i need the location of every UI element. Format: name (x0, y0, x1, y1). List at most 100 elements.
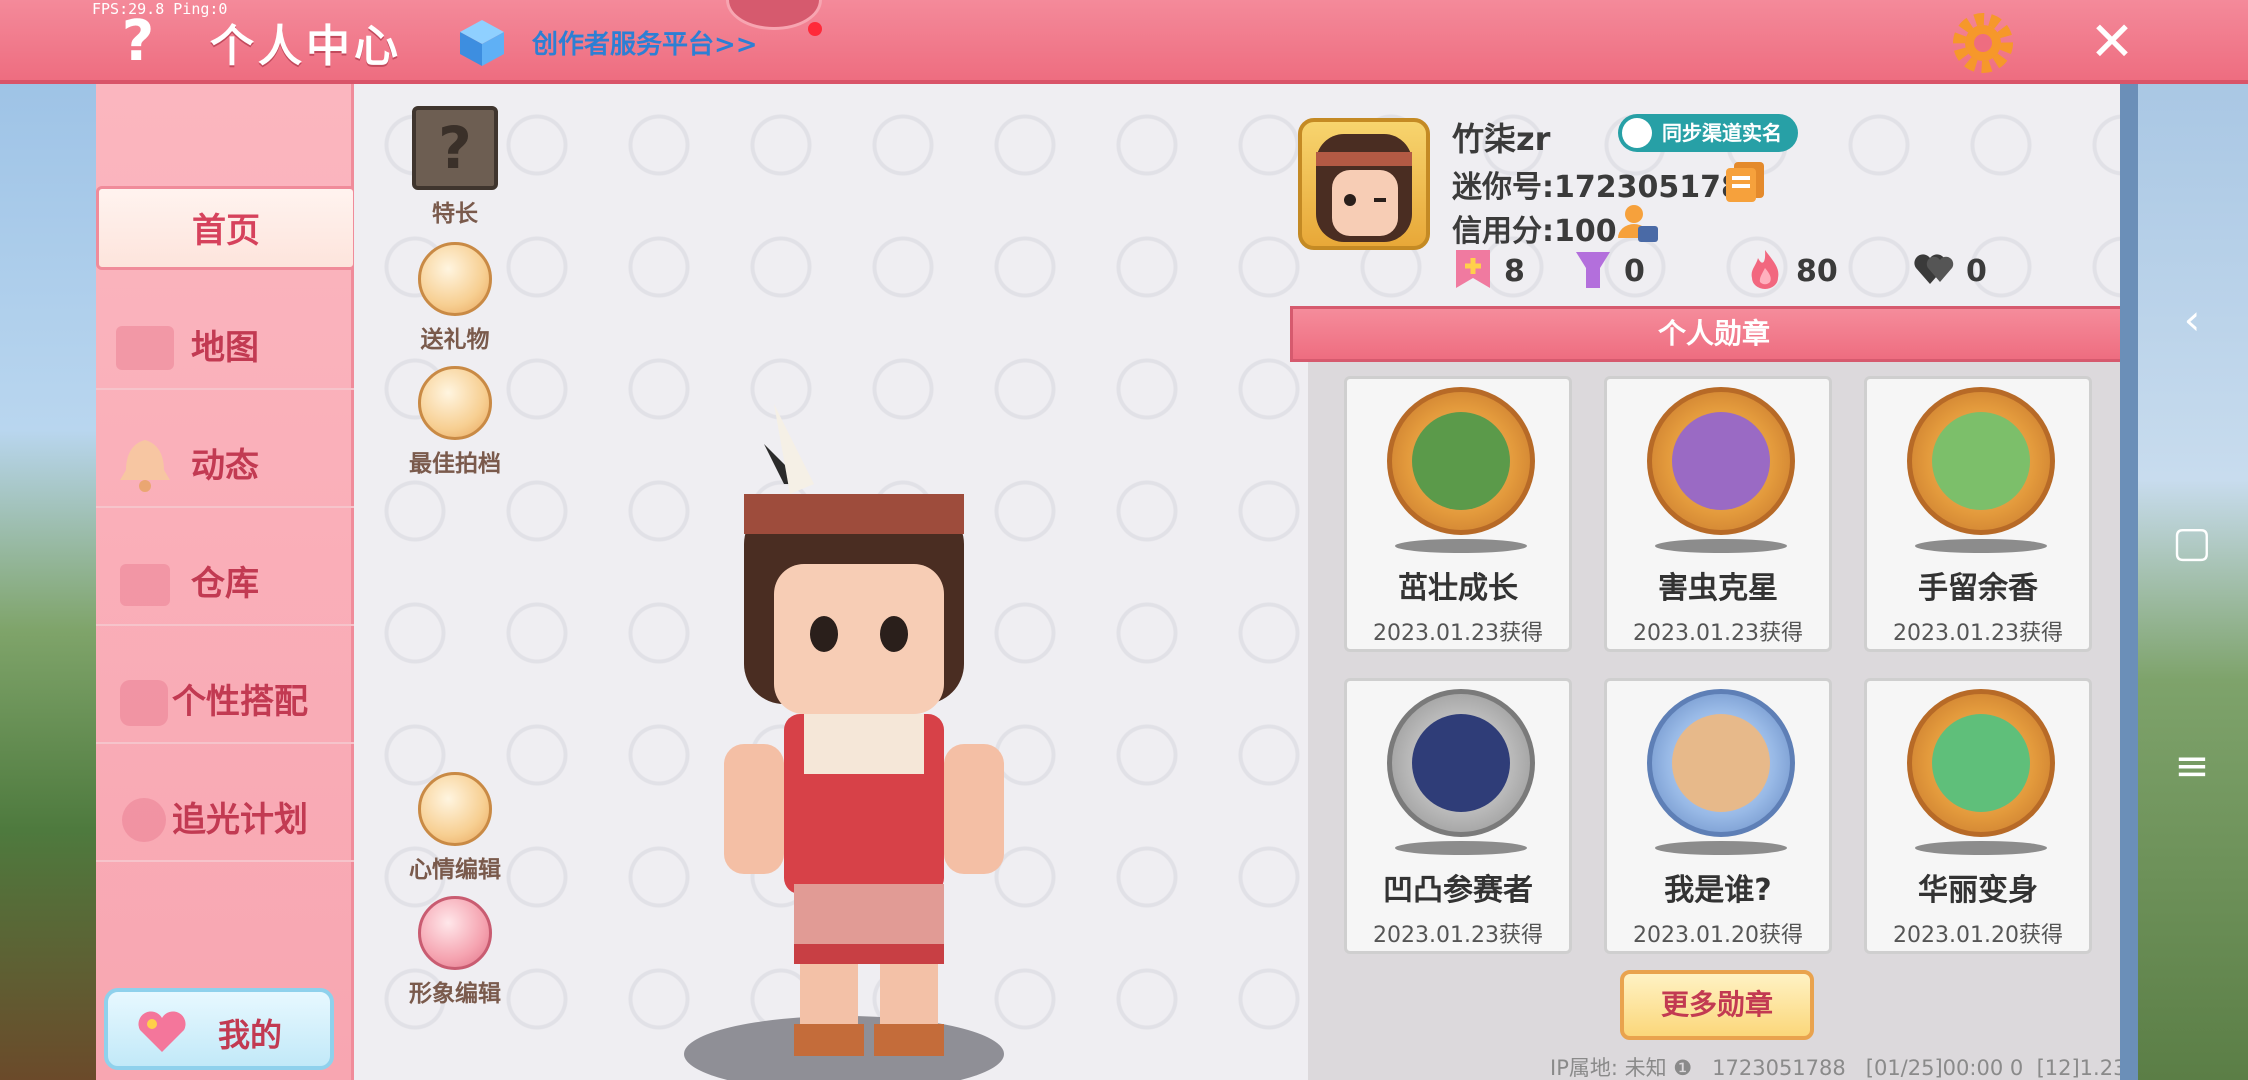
home-square-icon[interactable]: ▢ (2166, 516, 2218, 568)
question-box-icon: ? (412, 106, 498, 190)
gift-icon (418, 242, 492, 316)
medal-name: 茁壮成长 (1398, 571, 1518, 606)
gift-button[interactable]: 送礼物 (400, 242, 510, 354)
bell-icon (120, 440, 170, 492)
stat-likes-value: 0 (1966, 254, 1987, 289)
medal-card[interactable]: 我是谁? 2023.01.20获得 (1604, 678, 1832, 954)
light-icon (122, 798, 166, 842)
medal-icon (1387, 387, 1535, 535)
sidebar-item-label: 仓库 (191, 564, 259, 604)
me-button[interactable]: 我的 (104, 988, 334, 1070)
user-credit-icon[interactable] (1616, 202, 1660, 246)
bookmark-plus-icon (1456, 250, 1490, 288)
medal-date: 2023.01.20获得 (1893, 923, 2063, 948)
medal-date: 2023.01.20获得 (1633, 923, 1803, 948)
medal-date: 2023.01.23获得 (1893, 621, 2063, 646)
medal-card[interactable]: 凹凸参赛者 2023.01.23获得 (1344, 678, 1572, 954)
medals-header: 个人勋章 (1290, 306, 2120, 362)
avatar[interactable] (1298, 118, 1430, 250)
medal-date: 2023.01.23获得 (1373, 621, 1543, 646)
verify-label: 同步渠道实名 (1662, 121, 1782, 145)
back-arrow-icon[interactable]: ‹ (2166, 294, 2218, 346)
medal-name: 华丽变身 (1918, 873, 2038, 908)
sidebar-item-label: 动态 (191, 446, 259, 486)
page-title: 个人中心 (210, 21, 402, 72)
medal-icon (1647, 387, 1795, 535)
box-icon (120, 564, 170, 606)
medal-name: 手留余香 (1918, 571, 2038, 606)
image-edit-button[interactable]: 形象编辑 (400, 896, 510, 1008)
best-partner-button[interactable]: 最佳拍档 (400, 366, 510, 478)
medal-card[interactable]: 害虫克星 2023.01.23获得 (1604, 376, 1832, 652)
footer-info: IP属地: 未知 ❶ 1723051788 [01/25]00:00 0 [12… (1550, 1056, 2120, 1080)
specialty-label: 特长 (432, 201, 478, 227)
handshake-icon (418, 366, 492, 440)
specialty-button[interactable]: ? 特长 (400, 106, 510, 228)
user-verify-icon (1622, 118, 1652, 148)
verify-badge[interactable]: 同步渠道实名 (1618, 114, 1798, 152)
sidebar: 首页 地图 动态 仓库 个性搭配 追光计划 (96, 84, 356, 1080)
edit-icon (418, 772, 492, 846)
fan-cheer-icon (1576, 252, 1610, 288)
outfit-edit-icon (418, 896, 492, 970)
medal-date: 2023.01.23获得 (1633, 621, 1803, 646)
heart-icon (138, 1011, 186, 1052)
medal-icon (1907, 689, 2055, 837)
outfit-icon (120, 680, 168, 726)
medal-card[interactable]: 华丽变身 2023.01.20获得 (1864, 678, 2092, 954)
mood-edit-button[interactable]: 心情编辑 (400, 772, 510, 884)
top-bar: FPS:29.8 Ping:0 ? 个人中心 创作者服务平台>> ✕ (0, 0, 2248, 84)
medal-card[interactable]: 手留余香 2023.01.23获得 (1864, 376, 2092, 652)
copy-icon[interactable] (1724, 160, 1766, 204)
sidebar-item-outfit[interactable]: 个性搭配 (96, 660, 354, 744)
sidebar-item-chase-light[interactable]: 追光计划 (96, 778, 354, 862)
main-panel: ? 特长 送礼物 最佳拍档 心情编辑 形象编辑 竹柒zr 同步渠道实名 迷你号:… (354, 84, 2120, 1080)
medal-shadow (1395, 841, 1527, 855)
me-button-label: 我的 (218, 1016, 283, 1054)
sidebar-item-map[interactable]: 地图 (96, 306, 354, 390)
flame-icon (1751, 250, 1779, 289)
gear-icon[interactable] (1950, 10, 2016, 76)
avatar-portrait (1316, 134, 1412, 242)
mood-edit-label: 心情编辑 (409, 857, 501, 883)
help-button[interactable]: ? (108, 10, 168, 74)
sidebar-item-feed[interactable]: 动态 (96, 424, 354, 508)
username: 竹柒zr (1452, 120, 1551, 158)
background-scene-left (0, 80, 96, 1080)
medal-name: 我是谁? (1664, 873, 1772, 908)
close-icon[interactable]: ✕ (2082, 12, 2142, 72)
medal-card[interactable]: 茁壮成长 2023.01.23获得 (1344, 376, 1572, 652)
cube-icon[interactable] (456, 16, 508, 68)
stat-fans-value: 0 (1624, 254, 1645, 289)
system-nav: ‹ ▢ ≡ (2138, 84, 2248, 1080)
medal-shadow (1655, 841, 1787, 855)
medal-icon (1387, 689, 1535, 837)
sidebar-item-label: 追光计划 (172, 800, 308, 840)
medal-shadow (1915, 539, 2047, 553)
sidebar-item-label: 个性搭配 (172, 682, 308, 722)
stat-favorites-value: 8 (1504, 254, 1525, 289)
menu-icon[interactable]: ≡ (2166, 740, 2218, 792)
medal-shadow (1915, 841, 2047, 855)
sidebar-item-label: 地图 (191, 328, 259, 368)
creator-platform-link[interactable]: 创作者服务平台>> (532, 24, 758, 61)
sidebar-item-warehouse[interactable]: 仓库 (96, 542, 354, 626)
player-character[interactable] (614, 404, 1034, 1080)
medal-name: 凹凸参赛者 (1383, 873, 1533, 908)
image-edit-label: 形象编辑 (409, 981, 501, 1007)
map-icon (116, 326, 174, 370)
hearts-icon (1914, 254, 1954, 284)
medal-name: 害虫克星 (1658, 571, 1778, 606)
medal-shadow (1395, 539, 1527, 553)
medal-date: 2023.01.23获得 (1373, 923, 1543, 948)
gift-label: 送礼物 (420, 327, 490, 353)
more-medals-button[interactable]: 更多勋章 (1620, 970, 1814, 1040)
medal-shadow (1655, 539, 1787, 553)
mini-id: 迷你号:1723051788 (1452, 170, 1763, 205)
sidebar-item-label: 首页 (192, 211, 260, 251)
credit-score: 信用分:100 (1452, 214, 1617, 249)
medal-icon (1907, 387, 2055, 535)
notification-dot (808, 22, 822, 36)
sidebar-item-home[interactable]: 首页 (96, 186, 356, 270)
medal-icon (1647, 689, 1795, 837)
